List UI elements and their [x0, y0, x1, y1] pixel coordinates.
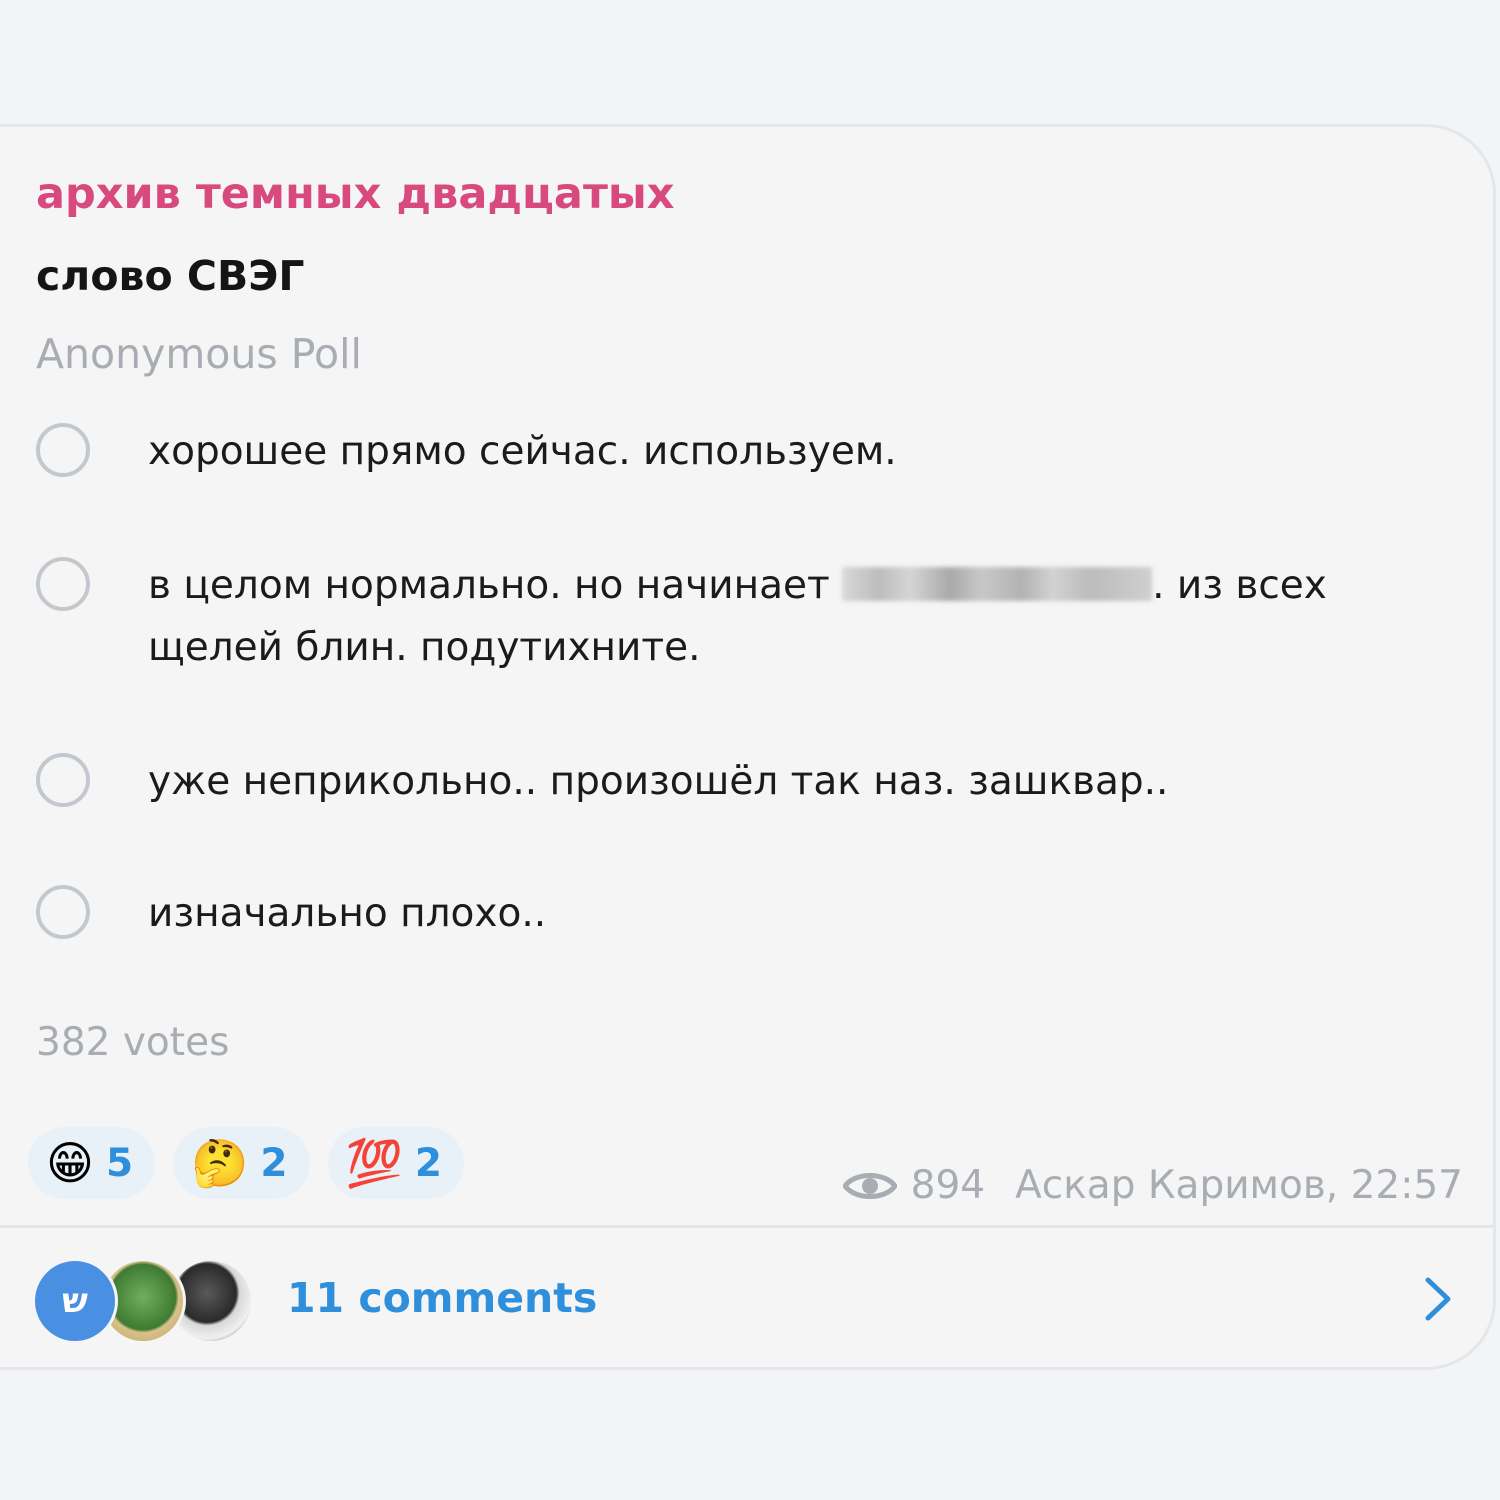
- reaction-count: 5: [105, 1140, 134, 1186]
- poll-type-label: Anonymous Poll: [36, 330, 362, 378]
- poll-option-label[interactable]: уже неприкольно.. произошёл так наз. заш…: [148, 751, 1398, 813]
- reactions-bar: 😁 5 🤔 2 💯 2: [28, 1127, 464, 1199]
- avatar: ש: [32, 1258, 118, 1344]
- poll-message-card: архив темных двадцатых слово СВЭГ Anonym…: [0, 124, 1496, 1370]
- reaction-hundred[interactable]: 💯 2: [327, 1127, 464, 1199]
- author-time: Аскар Каримов, 22:57: [1015, 1163, 1463, 1208]
- option-text-start: в целом нормально. но начинает: [148, 563, 830, 608]
- hundred-points-icon: 💯: [345, 1136, 403, 1190]
- comments-button[interactable]: ש 11 comments: [0, 1228, 1493, 1368]
- eye-icon: [842, 1172, 897, 1199]
- poll-option-label[interactable]: хорошее прямо сейчас. используем.: [148, 421, 1398, 483]
- message-meta: 894 Аскар Каримов, 22:57: [842, 1163, 1463, 1208]
- channel-name[interactable]: архив темных двадцатых: [36, 169, 675, 219]
- reaction-thinking[interactable]: 🤔 2: [173, 1127, 310, 1199]
- grinning-face-icon: 😁: [46, 1136, 94, 1190]
- reaction-count: 2: [260, 1140, 288, 1186]
- votes-count: 382 votes: [36, 1020, 230, 1065]
- radio-button[interactable]: [36, 423, 90, 477]
- poll-option-label[interactable]: в целом нормально. но начинает . из всех…: [148, 555, 1398, 679]
- redacted-text: [842, 567, 1153, 601]
- commenter-avatars: ש: [32, 1258, 254, 1344]
- views-count: 894: [910, 1163, 986, 1208]
- radio-button[interactable]: [36, 753, 90, 807]
- radio-button[interactable]: [36, 885, 90, 939]
- chevron-right-icon[interactable]: [1423, 1276, 1453, 1322]
- poll-option-label[interactable]: изначально плохо..: [148, 883, 1398, 945]
- thinking-face-icon: 🤔: [191, 1136, 249, 1190]
- reaction-grinning[interactable]: 😁 5: [28, 1127, 156, 1199]
- reaction-count: 2: [414, 1140, 442, 1186]
- comments-count-label[interactable]: 11 comments: [287, 1274, 597, 1322]
- radio-button[interactable]: [36, 557, 90, 611]
- poll-question: слово СВЭГ: [36, 252, 305, 300]
